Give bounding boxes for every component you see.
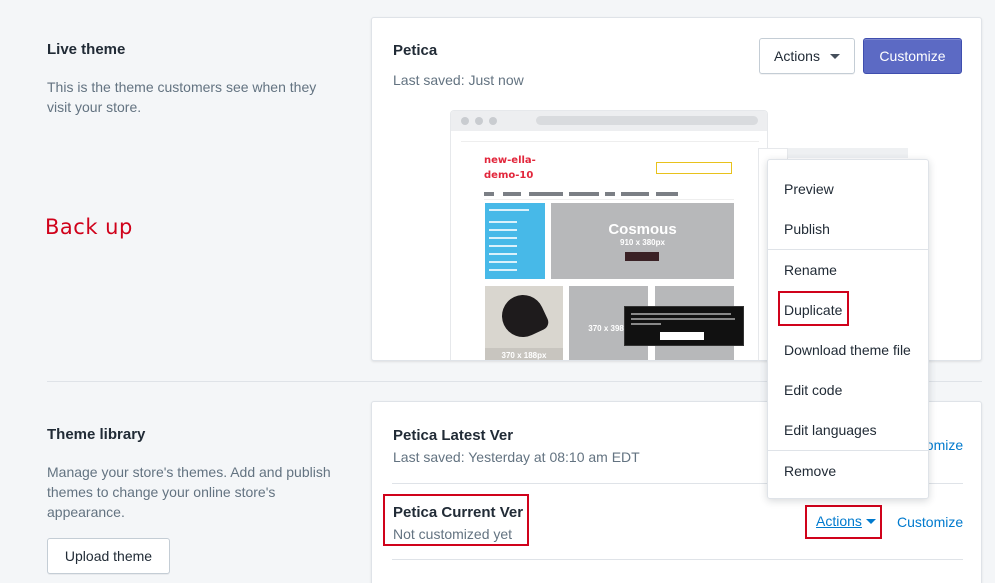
window-dot-icon bbox=[475, 117, 483, 125]
menu-item-publish[interactable]: Publish bbox=[784, 221, 830, 237]
live-theme-name: Petica bbox=[393, 42, 438, 59]
preview-nav-item bbox=[605, 192, 615, 196]
preview-category-line bbox=[489, 253, 517, 255]
row-divider bbox=[392, 559, 963, 560]
annotation-back-up: Back up bbox=[45, 215, 133, 239]
preview-nav-item bbox=[621, 192, 649, 196]
preview-search-box bbox=[656, 162, 732, 174]
preview-category-line bbox=[489, 245, 517, 247]
menu-item-preview[interactable]: Preview bbox=[784, 181, 834, 197]
menu-item-edit-code[interactable]: Edit code bbox=[784, 382, 842, 398]
menu-item-remove[interactable]: Remove bbox=[784, 463, 836, 479]
preview-cookie-line bbox=[631, 318, 735, 320]
preview-tile: 370 x 188px bbox=[485, 348, 563, 360]
preview-category-line bbox=[489, 221, 517, 223]
library-theme-status: Last saved: Yesterday at 08:10 am EDT bbox=[393, 449, 640, 465]
preview-hero-title: Cosmous bbox=[608, 221, 677, 238]
live-theme-description: This is the theme customers see when the… bbox=[47, 79, 317, 115]
preview-nav-item bbox=[656, 192, 678, 196]
live-customize-button[interactable]: Customize bbox=[863, 38, 962, 74]
caret-down-icon bbox=[865, 518, 876, 524]
url-bar bbox=[536, 116, 758, 125]
theme-library-description: Manage your store's themes. Add and publ… bbox=[47, 464, 331, 520]
preview-cookie-line bbox=[631, 323, 661, 325]
window-dot-icon bbox=[489, 117, 497, 125]
preview-category-line bbox=[489, 209, 529, 211]
preview-category-line bbox=[489, 229, 517, 231]
preview-nav-item bbox=[569, 192, 599, 196]
preview-hero-size: 910 x 380px bbox=[620, 238, 665, 247]
preview-tile-label: 370 x 188px bbox=[501, 351, 547, 360]
live-actions-button[interactable]: Actions bbox=[759, 38, 855, 74]
window-dot-icon bbox=[461, 117, 469, 125]
preview-nav-item bbox=[529, 192, 563, 196]
menu-item-download-theme-file[interactable]: Download theme file bbox=[784, 342, 911, 358]
menu-item-duplicate[interactable]: Duplicate bbox=[784, 302, 842, 318]
menu-item-rename[interactable]: Rename bbox=[784, 262, 837, 278]
menu-separator bbox=[768, 249, 928, 250]
preview-category-panel bbox=[485, 203, 545, 279]
preview-category-line bbox=[489, 269, 517, 271]
preview-store-line: new-ella- bbox=[484, 155, 536, 166]
menu-separator bbox=[768, 450, 928, 451]
preview-store-name: new-ella- demo-10 bbox=[484, 153, 536, 183]
preview-nav-item bbox=[503, 192, 521, 196]
preview-store-line: demo-10 bbox=[484, 170, 534, 181]
preview-cookie-button bbox=[660, 332, 704, 340]
library-theme-status: Not customized yet bbox=[393, 526, 513, 542]
upload-theme-button[interactable]: Upload theme bbox=[47, 538, 170, 574]
caret-down-icon bbox=[829, 53, 840, 59]
preview-cookie-line bbox=[631, 313, 731, 315]
library-theme-name: Petica Current Ver bbox=[393, 504, 524, 521]
preview-hero-button bbox=[625, 252, 659, 261]
browser-bar bbox=[451, 111, 767, 131]
theme-library-heading: Theme library bbox=[47, 426, 146, 443]
preview-nav-item bbox=[484, 192, 494, 196]
live-theme-heading: Live theme bbox=[47, 41, 126, 58]
preview-category-line bbox=[489, 237, 517, 239]
library-theme-name: Petica Latest Ver bbox=[393, 427, 514, 444]
preview-topbar bbox=[461, 134, 759, 142]
theme-preview[interactable]: new-ella- demo-10 Cosmous 910 x 380px 37… bbox=[450, 110, 768, 360]
live-theme-last-saved: Last saved: Just now bbox=[393, 72, 524, 88]
preview-hero-banner: Cosmous 910 x 380px bbox=[551, 203, 734, 279]
live-actions-label: Actions bbox=[774, 48, 820, 64]
preview-category-line bbox=[489, 261, 517, 263]
preview-cookie-banner bbox=[624, 306, 744, 346]
library-actions-label: Actions bbox=[816, 513, 862, 529]
menu-item-edit-languages[interactable]: Edit languages bbox=[784, 422, 877, 438]
library-actions-link[interactable]: Actions bbox=[816, 513, 876, 529]
actions-dropdown-menu: Preview Publish Rename Duplicate Downloa… bbox=[767, 159, 929, 499]
library-customize-link[interactable]: Customize bbox=[897, 514, 963, 530]
